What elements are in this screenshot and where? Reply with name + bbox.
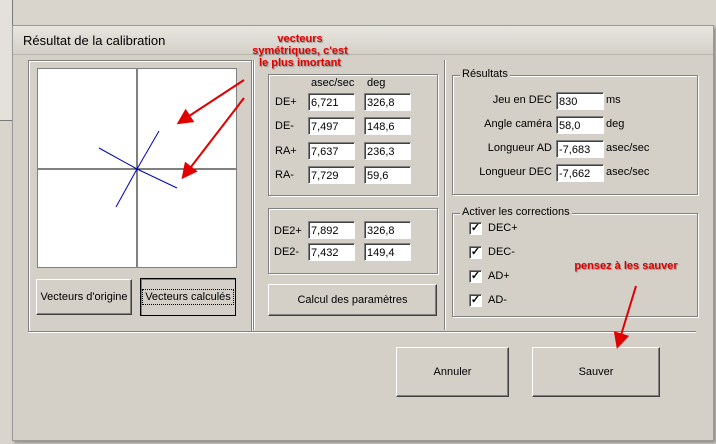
arrow-to-save (613, 285, 637, 349)
arrow-to-vector-1 (176, 79, 245, 125)
arrow-to-vector-2 (181, 97, 245, 180)
annotation-arrows (176, 79, 637, 349)
